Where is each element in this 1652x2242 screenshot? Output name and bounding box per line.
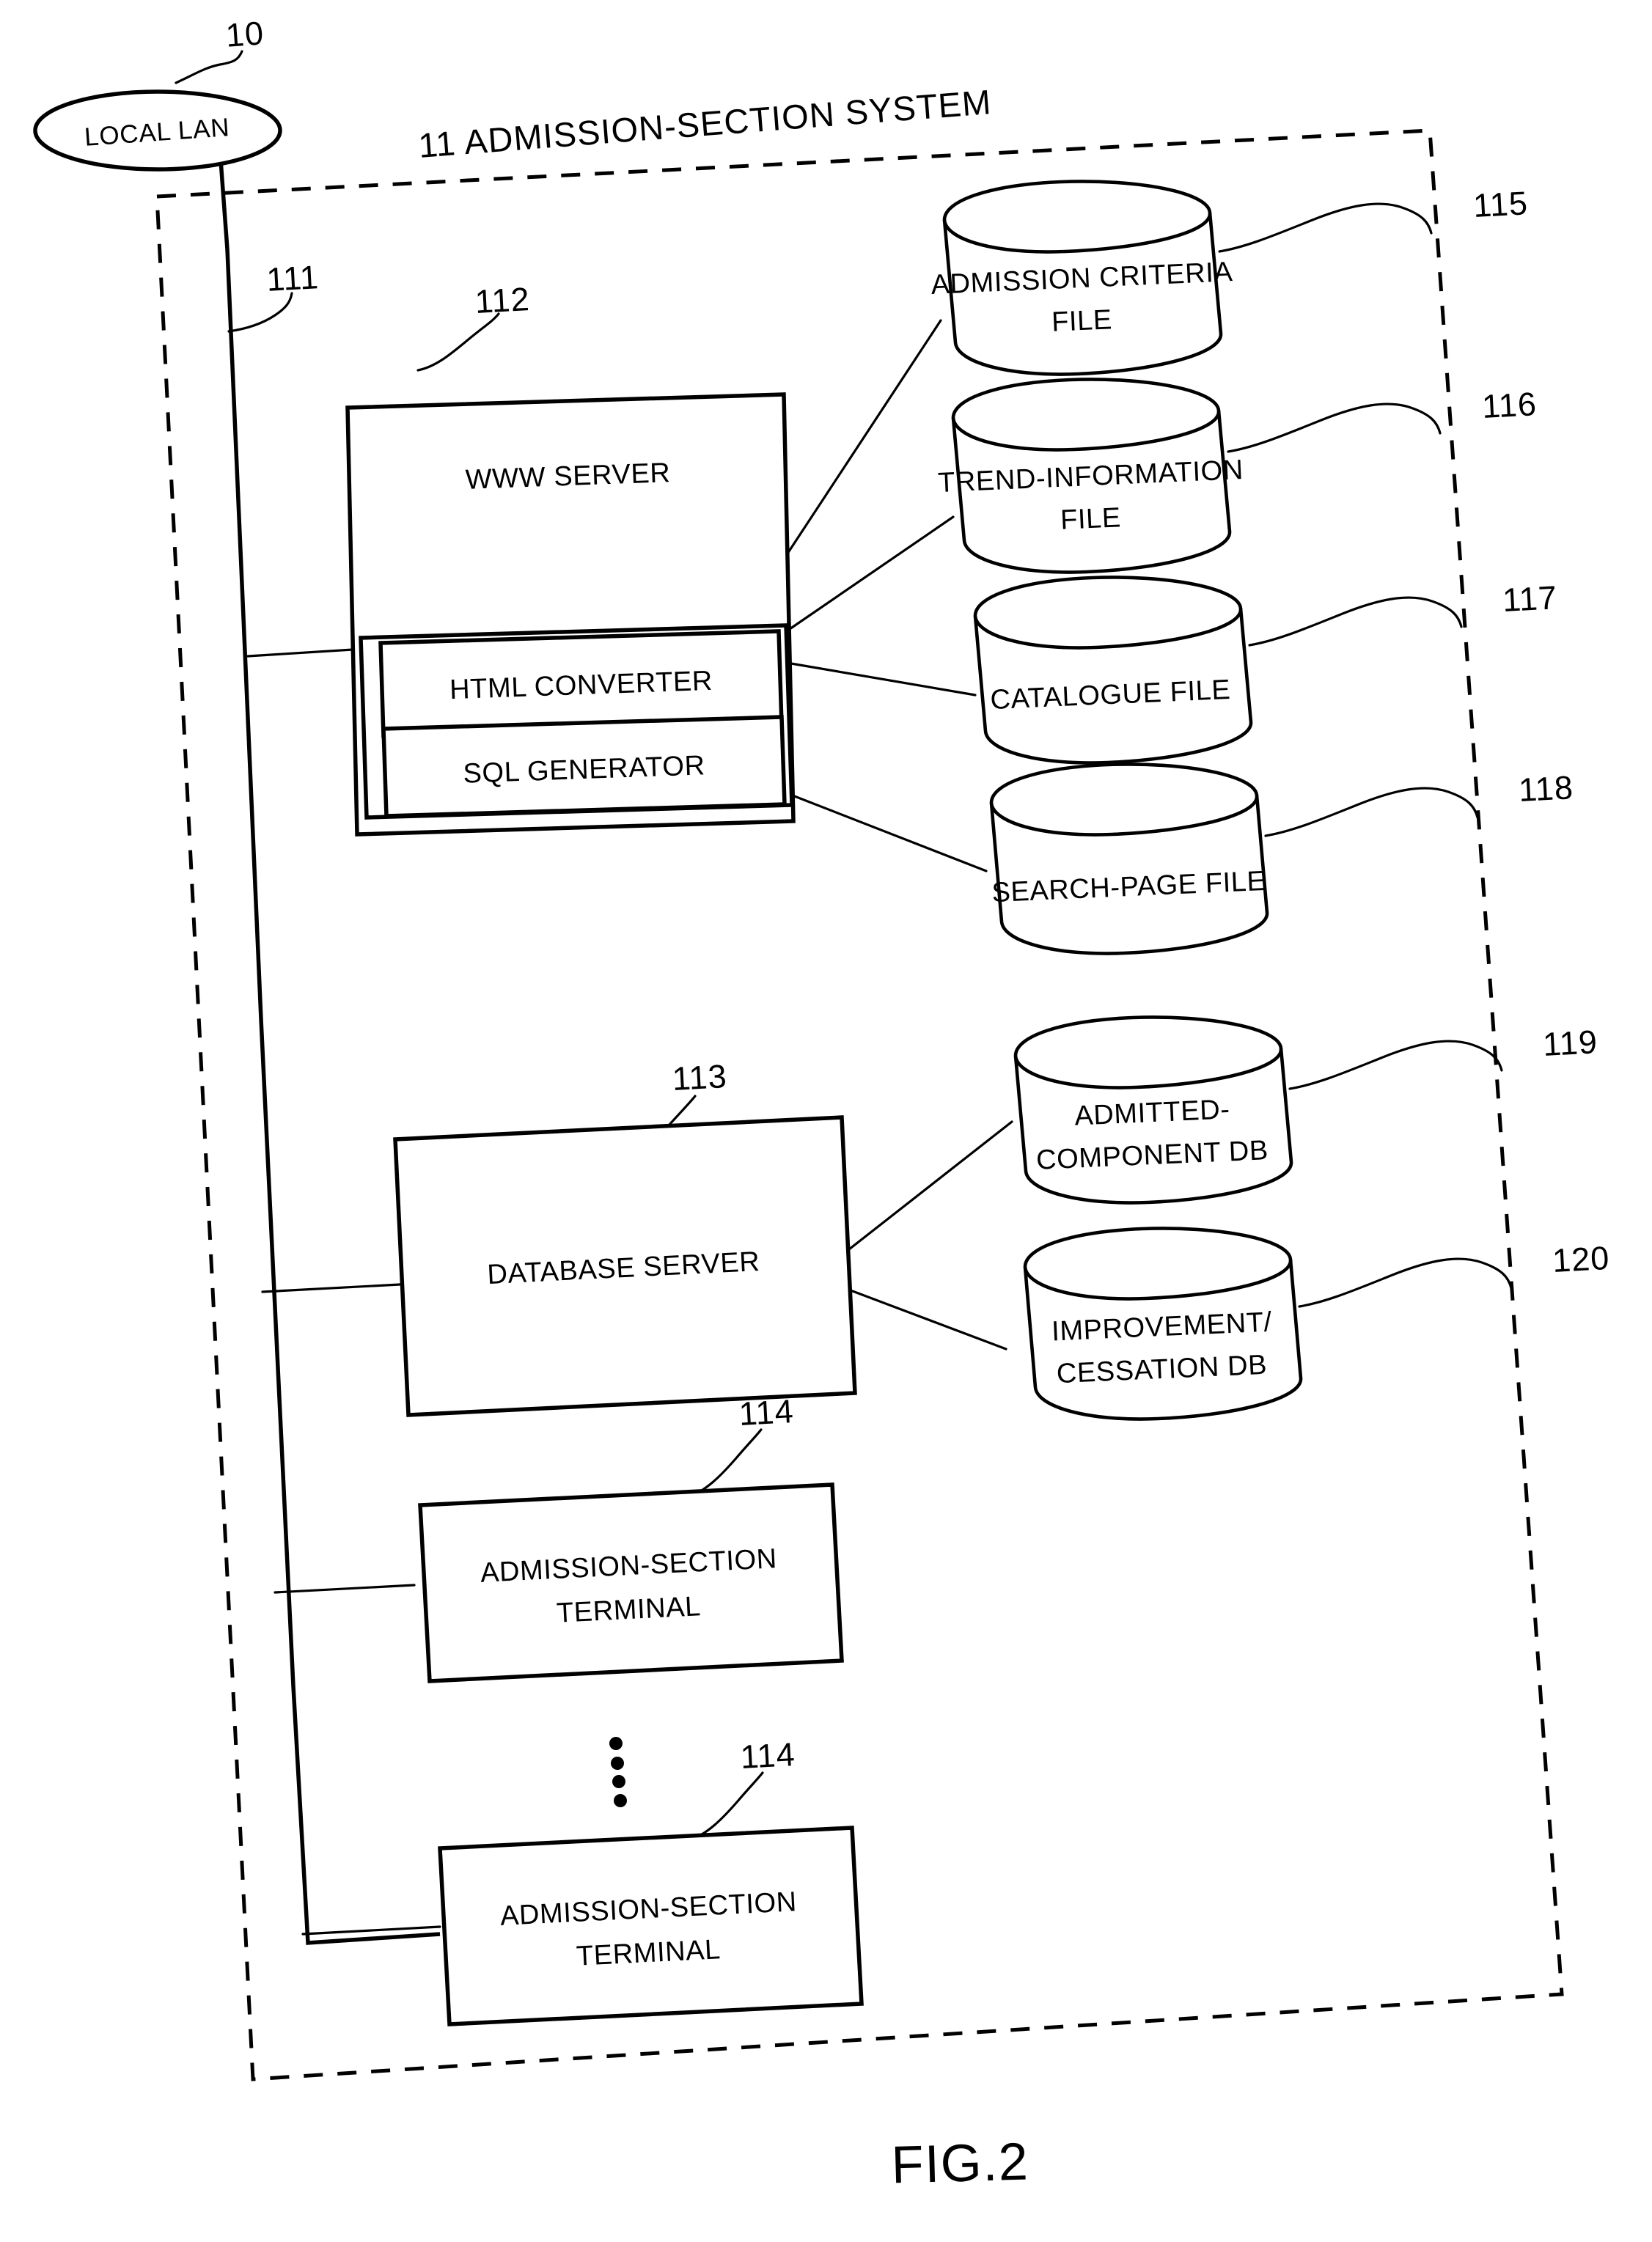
figure-caption: FIG.2 [891, 2133, 1030, 2195]
leader-ref-120 [1298, 1257, 1513, 1308]
leader-ref-114-b [688, 1771, 764, 1842]
lan-stub-www-server [246, 647, 366, 658]
ref-111-label: 111 [265, 258, 320, 298]
vertical-ellipsis [609, 1737, 627, 1807]
search-page-file-cylinder [989, 762, 1269, 955]
connector-www-to-catalogue [790, 662, 977, 697]
leader-ref-118 [1264, 787, 1479, 837]
ref-115-label: 115 [1472, 184, 1529, 224]
patent-figure-page: LOCAL LAN 10 11 ADMISSION-SECTION SYSTEM… [0, 0, 1652, 2242]
ref-10-label: 10 [224, 14, 265, 54]
system-boundary-title: 11 ADMISSION-SECTION SYSTEM [417, 82, 993, 165]
catalogue-file-cylinder [973, 576, 1253, 765]
connector-db-to-admitted-component [848, 1120, 1013, 1251]
lan-stub-terminal-1 [274, 1584, 416, 1594]
lan-stub-terminal-n [301, 1925, 441, 1936]
ref-114-a-label: 114 [738, 1392, 795, 1433]
lan-stub-database-server [261, 1283, 401, 1293]
leader-ref-115 [1218, 202, 1433, 253]
ref-112-label: 112 [474, 280, 531, 320]
connector-db-to-improvement-cessation [849, 1289, 1007, 1350]
leader-ref-119 [1288, 1040, 1503, 1090]
connector-www-to-trend-information [788, 515, 955, 631]
ref-118-label: 118 [1518, 768, 1574, 809]
leader-ref-116 [1227, 403, 1442, 453]
ref-114-b-label: 114 [740, 1735, 796, 1776]
leader-ref-111 [227, 292, 293, 333]
leader-ref-117 [1248, 596, 1463, 647]
ref-117-label: 117 [1502, 578, 1558, 619]
leader-ref-112 [416, 312, 500, 372]
ref-113-label: 113 [672, 1057, 728, 1098]
ref-119-label: 119 [1542, 1023, 1598, 1063]
connector-www-to-search-page [791, 794, 988, 872]
connector-www-to-admission-criteria [786, 319, 942, 555]
ref-120-label: 120 [1552, 1239, 1611, 1279]
ref-116-label: 116 [1481, 385, 1538, 425]
trend-information-file-label-line2: FILE [1060, 502, 1121, 536]
admission-criteria-file-label-line2: FILE [1051, 304, 1112, 338]
figure-canvas: LOCAL LAN 10 11 ADMISSION-SECTION SYSTEM… [33, 14, 1611, 2195]
leader-ref-10 [175, 50, 243, 84]
